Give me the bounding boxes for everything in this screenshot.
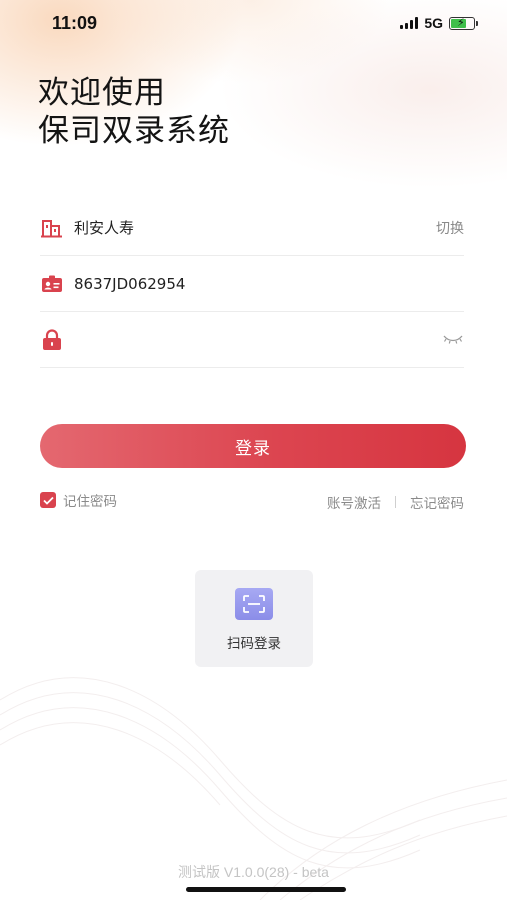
password-row[interactable] — [40, 312, 464, 368]
forgot-password-link[interactable]: 忘记密码 — [410, 492, 464, 512]
switch-company-link[interactable]: 切换 — [436, 218, 464, 238]
link-divider — [395, 496, 396, 508]
signal-icon — [400, 17, 419, 29]
charging-icon: ⚡ — [457, 15, 465, 29]
page-title: 欢迎使用 保司双录系统 — [38, 74, 230, 150]
scan-login-label: 扫码登录 — [227, 636, 281, 652]
company-name: 利安人寿 — [74, 219, 135, 237]
remember-checkbox[interactable] — [40, 492, 56, 508]
id-card-icon — [40, 272, 64, 296]
scan-icon — [235, 588, 273, 620]
title-line-1: 欢迎使用 — [38, 75, 166, 111]
activate-account-link[interactable]: 账号激活 — [327, 492, 381, 512]
building-icon — [40, 216, 64, 240]
account-field[interactable]: 8637JD062954 — [74, 275, 464, 293]
status-bar: 11:09 5G ⚡ — [0, 0, 507, 48]
remember-password-toggle[interactable]: 记住密码 — [40, 490, 117, 510]
eye-closed-icon[interactable] — [442, 330, 464, 349]
login-button[interactable]: 登录 — [40, 424, 466, 468]
battery-icon: ⚡ — [449, 15, 478, 30]
login-options: 记住密码 账号激活 忘记密码 — [40, 490, 464, 512]
account-row[interactable]: 8637JD062954 — [40, 256, 464, 312]
status-time: 11:09 — [52, 13, 98, 33]
account-links: 账号激活 忘记密码 — [327, 492, 464, 512]
company-row[interactable]: 利安人寿 切换 — [40, 200, 464, 256]
home-indicator[interactable] — [186, 887, 346, 892]
version-label: 测试版 V1.0.0(28) - beta — [178, 864, 329, 880]
network-type: 5G — [424, 15, 443, 31]
check-icon — [42, 496, 54, 505]
remember-password-label: 记住密码 — [63, 494, 117, 510]
lock-icon — [40, 328, 64, 352]
title-line-2: 保司双录系统 — [38, 113, 230, 149]
status-indicators: 5G ⚡ — [400, 15, 478, 31]
scan-login-button[interactable]: 扫码登录 — [195, 570, 313, 667]
